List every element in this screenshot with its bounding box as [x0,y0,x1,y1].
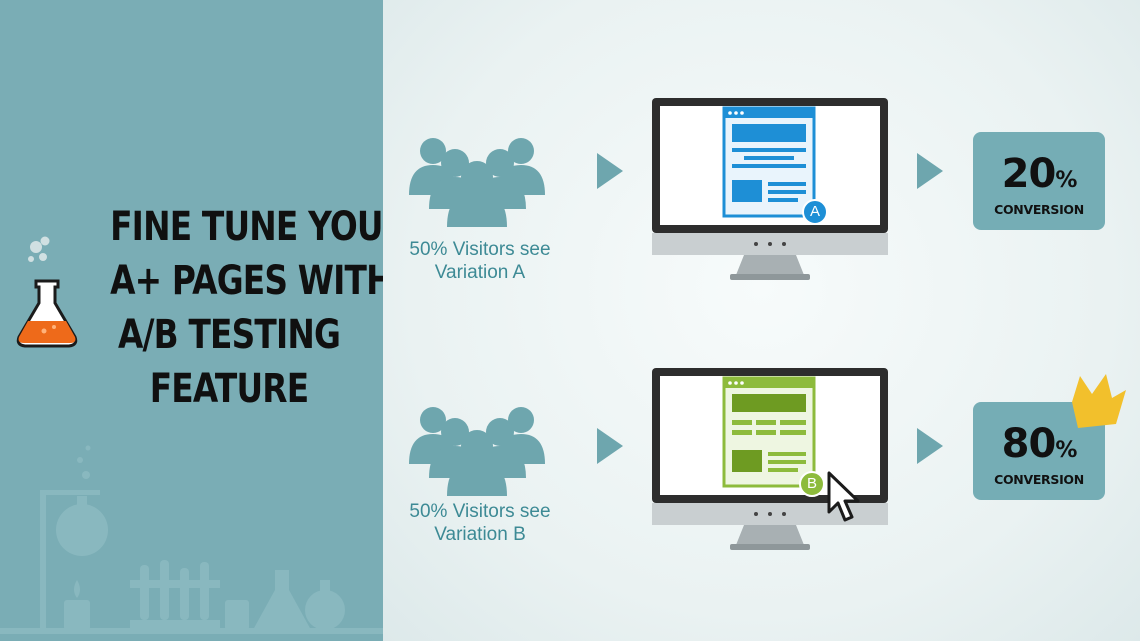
caption-a-line-2: Variation A [434,262,526,283]
percent-sign-b: % [1055,438,1077,463]
headline-line-3: A/B TESTING [117,312,341,358]
caption-variation-b: 50% Visitors see Variation B [380,500,580,546]
arrow-right-icon [597,428,623,464]
headline: FINE TUNE YOUR A+ PAGES WITH A/B TESTING… [110,200,383,416]
caption-b-line-1: 50% Visitors see [409,501,551,522]
conversion-badge-a: 20% CONVERSION [973,132,1105,230]
variation-a-marker: A [809,203,820,220]
arrow-right-icon [597,153,623,189]
percent-sign-a: % [1055,168,1077,193]
headline-line-4: FEATURE [149,366,309,412]
headline-line-1: FINE TUNE YOUR [110,204,383,250]
arrow-right-icon [917,428,943,464]
monitor-icon-b [652,368,888,550]
arrow-right-icon [917,153,943,189]
people-group-icon [409,138,545,227]
monitor-icon-a [652,98,888,280]
caption-b-line-2: Variation B [434,524,526,545]
crown-icon [1072,374,1126,428]
flask-icon [16,236,78,348]
lab-equipment-silhouette-icon [0,445,383,634]
mouse-cursor-icon [827,471,860,522]
caption-variation-a: 50% Visitors see Variation A [380,238,580,284]
caption-a-line-1: 50% Visitors see [409,239,551,260]
rate-value-b: 80 [1001,421,1057,467]
conversion-label-a: CONVERSION [994,202,1084,217]
conversion-label-b: CONVERSION [994,472,1084,487]
variation-b-marker: B [806,475,817,492]
conversion-rate-a: 20% [973,152,1105,203]
headline-line-2: A+ PAGES WITH [110,258,383,304]
left-panel: FINE TUNE YOUR A+ PAGES WITH A/B TESTING… [0,0,383,641]
rate-value-a: 20 [1001,151,1057,197]
people-group-icon [409,407,545,496]
